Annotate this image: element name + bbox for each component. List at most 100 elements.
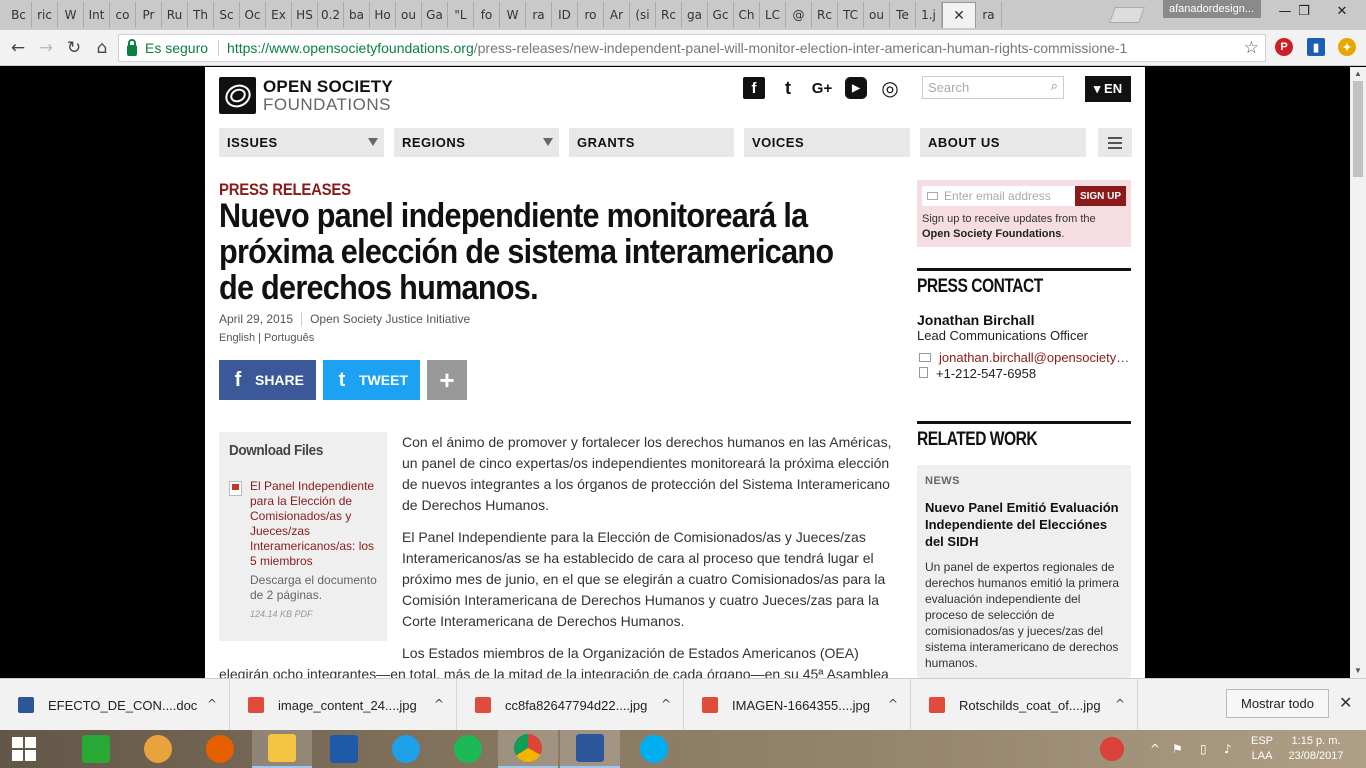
close-shelf-icon[interactable]: ✕: [1339, 693, 1352, 712]
browser-tab[interactable]: Int: [84, 2, 110, 28]
file-options-chevron-icon[interactable]: ^: [207, 697, 217, 711]
scrollbar-thumb[interactable]: [1353, 81, 1363, 177]
nav-issues[interactable]: ISSUES: [219, 128, 384, 157]
taskbar-skype[interactable]: [624, 730, 684, 768]
browser-tab[interactable]: Ar: [604, 2, 630, 28]
browser-tab[interactable]: W: [58, 2, 84, 28]
taskbar-spotify[interactable]: [438, 730, 498, 768]
taskbar-ie[interactable]: [376, 730, 436, 768]
article-author[interactable]: Open Society Justice Initiative: [310, 312, 470, 326]
googleplus-icon[interactable]: G+: [811, 77, 833, 99]
browser-tab[interactable]: Rc: [812, 2, 838, 28]
browser-tab[interactable]: 1.j: [916, 2, 942, 28]
profile-button[interactable]: afanadordesign...: [1163, 0, 1261, 18]
browser-tab[interactable]: ric: [32, 2, 58, 28]
nav-voices[interactable]: VOICES: [744, 128, 910, 157]
browser-tab[interactable]: Gc: [708, 2, 734, 28]
browser-tab[interactable]: TC: [838, 2, 864, 28]
browser-tab[interactable]: ID: [552, 2, 578, 28]
browser-tab[interactable]: co: [110, 2, 136, 28]
file-options-chevron-icon[interactable]: ^: [888, 697, 898, 711]
download-file-link[interactable]: El Panel Independiente para la Elección …: [250, 479, 377, 569]
tray-expand-icon[interactable]: ^: [1150, 742, 1160, 756]
flag-icon[interactable]: ⚑: [1172, 742, 1183, 756]
browser-tab[interactable]: Ho: [370, 2, 396, 28]
restore-button[interactable]: ❐: [1285, 0, 1323, 22]
instagram-icon[interactable]: ◎: [879, 76, 901, 100]
browser-tab[interactable]: (si: [630, 2, 656, 28]
volume-icon[interactable]: ♪: [1224, 742, 1232, 756]
new-tab-button[interactable]: [1109, 7, 1145, 23]
browser-tab[interactable]: Rc: [656, 2, 682, 28]
facebook-icon[interactable]: f: [743, 77, 765, 99]
browser-tab[interactable]: Sc: [214, 2, 240, 28]
downloaded-file[interactable]: IMAGEN-1664355....jpg ^: [684, 679, 911, 731]
system-clock[interactable]: 1:15 p. m. 23/08/2017: [1286, 734, 1346, 764]
file-options-chevron-icon[interactable]: ^: [434, 697, 444, 711]
browser-tab-active[interactable]: ✕: [942, 2, 976, 28]
reload-button[interactable]: ↻: [62, 36, 86, 60]
browser-tab[interactable]: ra: [526, 2, 552, 28]
vertical-scrollbar[interactable]: ▲ ▼: [1350, 67, 1366, 678]
taskbar-store[interactable]: [66, 730, 126, 768]
youtube-icon[interactable]: ▶: [845, 77, 867, 99]
nav-about-us[interactable]: ABOUT US: [920, 128, 1086, 157]
scroll-down-icon[interactable]: ▼: [1350, 664, 1366, 678]
taskbar-word[interactable]: [560, 730, 620, 768]
language-selector[interactable]: ▾ EN: [1085, 76, 1131, 102]
home-button[interactable]: ⌂: [90, 36, 114, 60]
browser-tab[interactable]: Ch: [734, 2, 760, 28]
downloaded-file[interactable]: cc8fa82647794d22....jpg ^: [457, 679, 684, 731]
contact-email-link[interactable]: jonathan.birchall@opensociety…: [919, 350, 1131, 365]
more-share-button[interactable]: +: [427, 360, 467, 400]
browser-tab[interactable]: Bc: [6, 2, 32, 28]
keyboard-language[interactable]: ESP LAA: [1251, 734, 1273, 764]
related-work-card[interactable]: NEWS Nuevo Panel Emitió Evaluación Indep…: [917, 465, 1131, 678]
downloaded-file[interactable]: Rotschilds_coat_of....jpg ^: [911, 679, 1138, 731]
extension-icon[interactable]: ✦: [1338, 38, 1356, 56]
browser-tab[interactable]: Te: [890, 2, 916, 28]
address-bar[interactable]: Es seguro https://www.opensocietyfoundat…: [118, 34, 1266, 62]
browser-tab[interactable]: fo: [474, 2, 500, 28]
downloaded-file[interactable]: EFECTO_DE_CON....doc ^: [0, 679, 230, 731]
browser-tab[interactable]: ro: [578, 2, 604, 28]
browser-tab[interactable]: ga: [682, 2, 708, 28]
facebook-share-button[interactable]: f SHARE: [219, 360, 316, 400]
downloaded-file[interactable]: image_content_24....jpg ^: [230, 679, 457, 731]
bookmark-extension-icon[interactable]: ▮: [1307, 38, 1325, 56]
nav-regions[interactable]: REGIONS: [394, 128, 559, 157]
pinterest-extension-icon[interactable]: P: [1275, 38, 1293, 56]
browser-tab[interactable]: 0.2: [318, 2, 344, 28]
close-tab-icon[interactable]: ✕: [953, 8, 965, 24]
forward-button[interactable]: →: [34, 36, 58, 60]
browser-tab[interactable]: Pr: [136, 2, 162, 28]
hamburger-menu-icon[interactable]: [1098, 128, 1132, 157]
scroll-up-icon[interactable]: ▲: [1350, 67, 1366, 81]
close-window-button[interactable]: ✕: [1323, 0, 1361, 22]
browser-tab[interactable]: @: [786, 2, 812, 28]
signup-button[interactable]: SIGN UP: [1075, 186, 1126, 206]
taskbar-chrome[interactable]: [498, 730, 558, 768]
bookmark-star-icon[interactable]: ☆: [1244, 38, 1259, 58]
search-icon[interactable]: ⌕: [1051, 79, 1058, 94]
browser-tab[interactable]: ou: [864, 2, 890, 28]
browser-tab[interactable]: W: [500, 2, 526, 28]
battery-icon[interactable]: ▯: [1200, 742, 1207, 756]
taskbar-media[interactable]: [128, 730, 188, 768]
browser-tab[interactable]: ba: [344, 2, 370, 28]
browser-tab[interactable]: Ga: [422, 2, 448, 28]
taskbar-firefox[interactable]: [190, 730, 250, 768]
show-all-downloads-button[interactable]: Mostrar todo: [1226, 689, 1329, 718]
browser-tab[interactable]: Ex: [266, 2, 292, 28]
nav-grants[interactable]: GRANTS: [569, 128, 734, 157]
taskbar-lenovo[interactable]: [314, 730, 374, 768]
taskbar-explorer[interactable]: [252, 730, 312, 768]
browser-tab[interactable]: "L: [448, 2, 474, 28]
browser-tab[interactable]: Oc: [240, 2, 266, 28]
browser-tab[interactable]: ou: [396, 2, 422, 28]
twitter-icon[interactable]: t: [777, 77, 799, 99]
browser-tab[interactable]: LC: [760, 2, 786, 28]
related-title[interactable]: Nuevo Panel Emitió Evaluación Independie…: [925, 499, 1123, 550]
start-button[interactable]: [0, 730, 48, 768]
browser-tab[interactable]: Th: [188, 2, 214, 28]
